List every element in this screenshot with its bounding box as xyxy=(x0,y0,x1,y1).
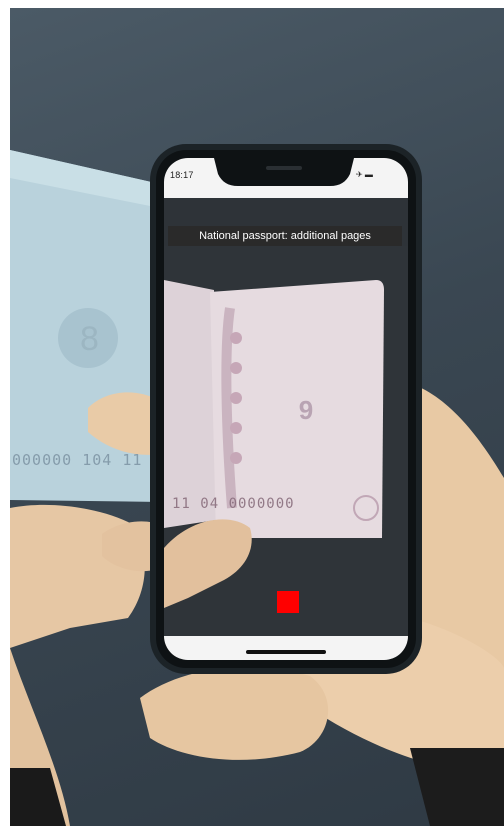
camera-view xyxy=(164,246,408,636)
camera-photo: 8 9 xyxy=(10,8,504,826)
left-page-mrz-text: 000000 104 11 xyxy=(12,451,143,469)
photo-scene: 8 xyxy=(10,144,504,826)
passport-page-number: 9 xyxy=(298,394,314,425)
svg-text:8: 8 xyxy=(80,320,99,358)
right-page-mrz-text: 11 04 0000000 xyxy=(172,496,295,512)
phone-status-icons: ✈ ▬ xyxy=(356,170,373,179)
capture-square-icon[interactable] xyxy=(277,591,299,613)
phone-status-time: 18:17 xyxy=(170,170,194,180)
scan-screen-title: National passport: additional pages xyxy=(168,226,402,246)
